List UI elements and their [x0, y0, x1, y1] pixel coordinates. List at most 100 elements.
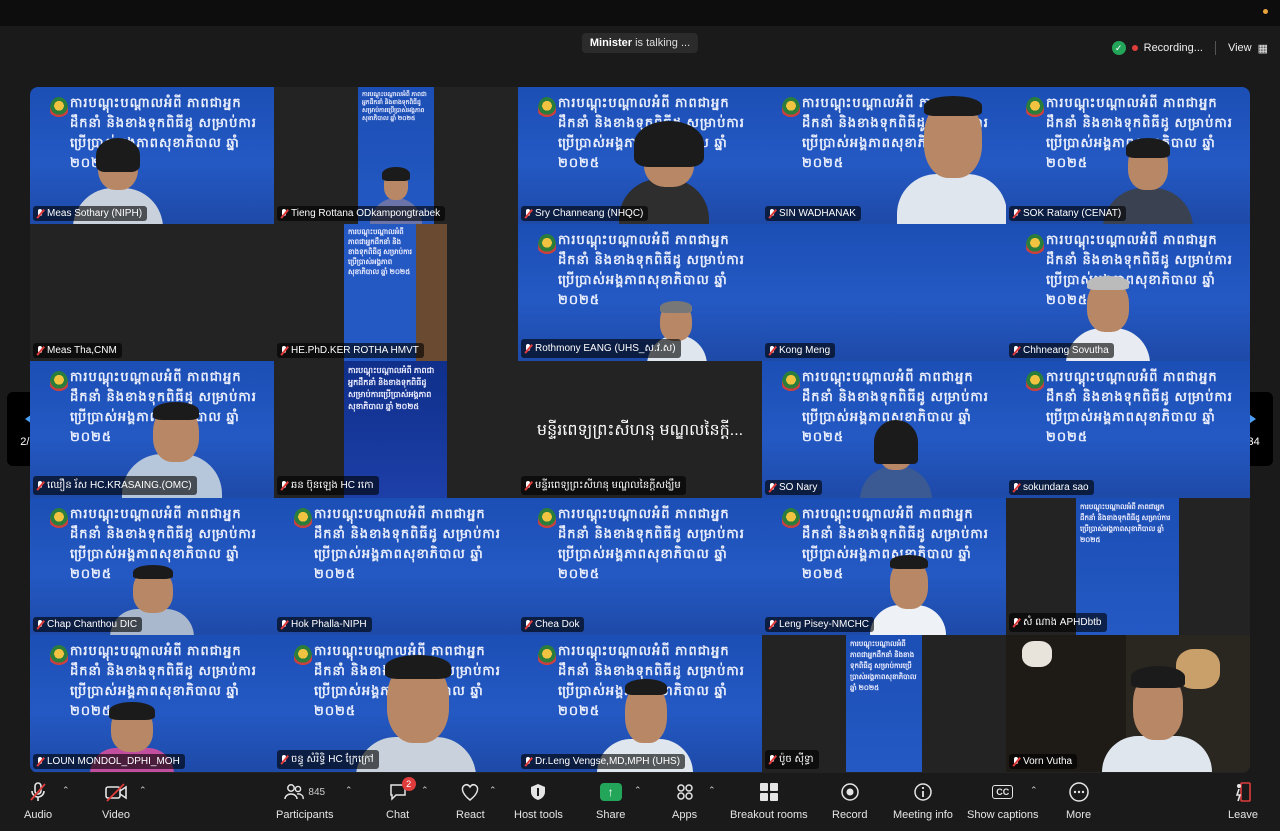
participant-name: សំ ណាង APHDbtb	[1023, 617, 1102, 628]
mic-muted-icon	[36, 345, 44, 356]
share-button[interactable]: ↑ Share	[596, 781, 625, 821]
video-tile[interactable]: ការបណ្ដុះបណ្ដាលអំពី ភាពជាអ្នកដឹកនាំ និងខ…	[762, 635, 1006, 772]
video-tile[interactable]: ការបណ្ដុះបណ្ដាលអំពី ភាពជាអ្នកដឹកនាំ និងខ…	[762, 87, 1006, 224]
participant-video	[1097, 662, 1217, 772]
ministry-logo-icon	[50, 371, 68, 393]
video-tile[interactable]: ការបណ្ដុះបណ្ដាលអំពី ភាពជាអ្នកដឹកនាំ និងខ…	[518, 635, 762, 772]
video-tile[interactable]: ការបណ្ដុះបណ្ដាលអំពី ភាពជាអ្នកដឹកនាំ និងខ…	[518, 224, 762, 361]
banner-text: ការបណ្ដុះបណ្ដាលអំពី ភាពជាអ្នកដឹកនាំ និងខ…	[348, 229, 413, 276]
recording-label[interactable]: Recording...	[1144, 42, 1203, 54]
participant-video	[856, 418, 936, 498]
video-tile[interactable]: ការបណ្ដុះបណ្ដាលអំពី ភាពជាអ្នកដឹកនាំ និងខ…	[518, 87, 762, 224]
participant-nametag: Chhneang Sovutha	[1009, 343, 1114, 358]
apps-button[interactable]: Apps	[672, 781, 697, 821]
video-tile[interactable]: ការបណ្ដុះបណ្ដាលអំពី ភាពជាអ្នកដឹកនាំ និងខ…	[1006, 498, 1250, 635]
video-tile[interactable]: Meas Tha,CNM	[30, 224, 274, 361]
video-tile[interactable]: ការបណ្ដុះបណ្ដាលអំពី ភាពជាអ្នកដឹកនាំ និងខ…	[274, 87, 518, 224]
mic-muted-icon	[280, 480, 288, 491]
banner-text: ការបណ្ដុះបណ្ដាលអំពី ភាពជាអ្នកដឹកនាំ និងខ…	[850, 641, 917, 692]
ministry-logo-icon	[50, 508, 68, 530]
host-tools-button[interactable]: Host tools	[514, 781, 563, 821]
video-tile[interactable]: ការបណ្ដុះបណ្ដាលអំពី ភាពជាអ្នកដឹកនាំ និងខ…	[274, 498, 518, 635]
share-options-chevron-icon[interactable]: ⌃	[634, 785, 642, 796]
participants-button[interactable]: 845 Participants	[276, 781, 333, 821]
video-tile[interactable]: ការបណ្ដុះបណ្ដាលអំពី ភាពជាអ្នកដឹកនាំ និងខ…	[30, 498, 274, 635]
video-tile[interactable]: ការបណ្ដុះបណ្ដាលអំពី ភាពជាអ្នកដឹកនាំ និងខ…	[1006, 87, 1250, 224]
video-tile[interactable]: ការបណ្ដុះបណ្ដាលអំពី ភាពជាអ្នកដឹកនាំ និងខ…	[1006, 224, 1250, 361]
view-button[interactable]: View	[1228, 42, 1252, 54]
mic-muted-icon	[36, 619, 44, 630]
video-options-chevron-icon[interactable]: ⌃	[139, 785, 147, 796]
title-bar	[0, 0, 1280, 26]
participant-nametag: មន្ទីរពេទ្យព្រះសីហនុ មណ្ឌលនៃក្ដីសង្ឃឹម	[521, 476, 686, 495]
banner-text: ការបណ្ដុះបណ្ដាលអំពី ភាពជាអ្នកដឹកនាំ និងខ…	[348, 366, 435, 411]
participant-nametag: Hok Phalla-NIPH	[277, 617, 372, 632]
zoom-window: Minister is talking ... ✓ Recording... V…	[0, 0, 1280, 831]
mic-muted-icon	[524, 208, 532, 219]
video-tile[interactable]: ការបណ្ដុះបណ្ដាលអំពី ភាពជាអ្នកដឹកនាំ និងខ…	[30, 87, 274, 224]
shield-icon	[529, 781, 547, 803]
participants-options-chevron-icon[interactable]: ⌃	[345, 785, 353, 796]
participant-nametag: HE.PhD.KER ROTHA HMVT	[277, 343, 424, 358]
chat-button[interactable]: 2 Chat	[386, 777, 416, 821]
more-button[interactable]: More	[1066, 781, 1091, 821]
chat-unread-badge: 2	[401, 777, 416, 791]
show-captions-button[interactable]: CC Show captions	[967, 781, 1039, 821]
captions-options-chevron-icon[interactable]: ⌃	[1030, 785, 1038, 796]
participants-label: Participants	[276, 809, 334, 821]
participants-icon: 845	[284, 781, 325, 803]
video-tile[interactable]: ការបណ្ដុះបណ្ដាលអំពី ភាពជាអ្នកដឹកនាំ និងខ…	[1006, 361, 1250, 498]
mic-muted-icon	[1012, 345, 1020, 356]
share-screen-icon: ↑	[599, 781, 622, 803]
ministry-logo-icon	[538, 645, 556, 667]
info-icon	[913, 781, 933, 803]
leave-button[interactable]: Leave	[1228, 781, 1258, 821]
mic-muted-icon	[280, 345, 288, 356]
apps-options-chevron-icon[interactable]: ⌃	[708, 785, 716, 796]
ministry-logo-icon	[782, 371, 800, 393]
ministry-logo-icon	[538, 508, 556, 530]
react-button[interactable]: React	[456, 781, 485, 821]
record-button[interactable]: Record	[832, 781, 867, 821]
video-tile[interactable]: ការបណ្ដុះបណ្ដាលអំពី ភាពជាអ្នកដឹកនាំ និងខ…	[30, 635, 274, 772]
audio-options-chevron-icon[interactable]: ⌃	[62, 785, 70, 796]
video-tile[interactable]: មន្ទីរពេទ្យព្រះសីហនុ មណ្ឌលនៃក្ដី... មន្ទ…	[518, 361, 762, 498]
divider	[1214, 41, 1216, 55]
ministry-logo-icon	[538, 97, 556, 119]
participant-nametag: ចន្ធូ សំរិទ្ធិ HC ក្រែក្រៅ	[277, 750, 379, 769]
participant-name: Chea Dok	[535, 619, 580, 630]
participant-name: Meas Sothary (NIPH)	[47, 208, 143, 219]
video-tile[interactable]: ការបណ្ដុះបណ្ដាលអំពី ភាពជាអ្នកដឹកនាំ និងខ…	[762, 361, 1006, 498]
mic-muted-icon	[280, 619, 288, 630]
react-options-chevron-icon[interactable]: ⌃	[489, 785, 497, 796]
video-tile[interactable]: ការបណ្ដុះបណ្ដាលអំពី ភាពជាអ្នកដឹកនាំ និងខ…	[274, 224, 518, 361]
participant-video	[892, 94, 1006, 224]
video-button[interactable]: Video	[102, 781, 130, 821]
audio-button[interactable]: Audio	[24, 781, 52, 821]
ministry-logo-icon	[294, 645, 312, 667]
ministry-logo-icon	[538, 234, 556, 256]
video-tile[interactable]: ការបណ្ដុះបណ្ដាលអំពី ភាពជាអ្នកដឹកនាំ និងខ…	[274, 635, 518, 772]
participant-name: ឈឿន រ័ស HC.KRASAING.(OMC)	[47, 480, 192, 491]
video-tile[interactable]: ការបណ្ដុះបណ្ដាលអំពី ភាពជាអ្នកដឹកនាំ និងខ…	[762, 498, 1006, 635]
mic-muted-icon	[768, 619, 776, 630]
meeting-info-button[interactable]: Meeting info	[893, 781, 953, 821]
host-tools-label: Host tools	[514, 809, 563, 821]
participant-nametag: Rothmony EANG (UHS_ស.វ.ស)	[521, 339, 681, 358]
ministry-logo-icon	[782, 508, 800, 530]
video-off-icon	[104, 781, 128, 803]
participant-nametag: Dr.Leng Vengse,MD,MPH (UHS)	[521, 754, 686, 769]
video-tile[interactable]: ការបណ្ដុះបណ្ដាលអំពី ភាពជាអ្នកដឹកនាំ និងខ…	[518, 498, 762, 635]
record-label: Record	[832, 809, 868, 821]
breakout-rooms-button[interactable]: Breakout rooms	[730, 781, 808, 821]
video-tile[interactable]: ការបណ្ដុះបណ្ដាលអំពី ភាពជាអ្នកដឹកនាំ និងខ…	[274, 361, 518, 498]
participant-name: Sry Channeang (NHQC)	[535, 208, 644, 219]
video-tile[interactable]: Vorn Vutha	[1006, 635, 1250, 772]
grid-view-icon[interactable]: ▦	[1258, 42, 1268, 55]
participant-video: ការបណ្ដុះបណ្ដាលអំពី ភាពជាអ្នកដឹកនាំ និងខ…	[358, 87, 434, 224]
video-tile[interactable]: Kong Meng	[762, 224, 1006, 361]
video-tile[interactable]: ការបណ្ដុះបណ្ដាលអំពី ភាពជាអ្នកដឹកនាំ និងខ…	[30, 361, 274, 498]
encryption-shield-icon[interactable]: ✓	[1111, 41, 1126, 55]
chat-options-chevron-icon[interactable]: ⌃	[421, 785, 429, 796]
participant-nametag: ឆន ប៊ុនឡេង HC រកោ	[277, 476, 379, 495]
